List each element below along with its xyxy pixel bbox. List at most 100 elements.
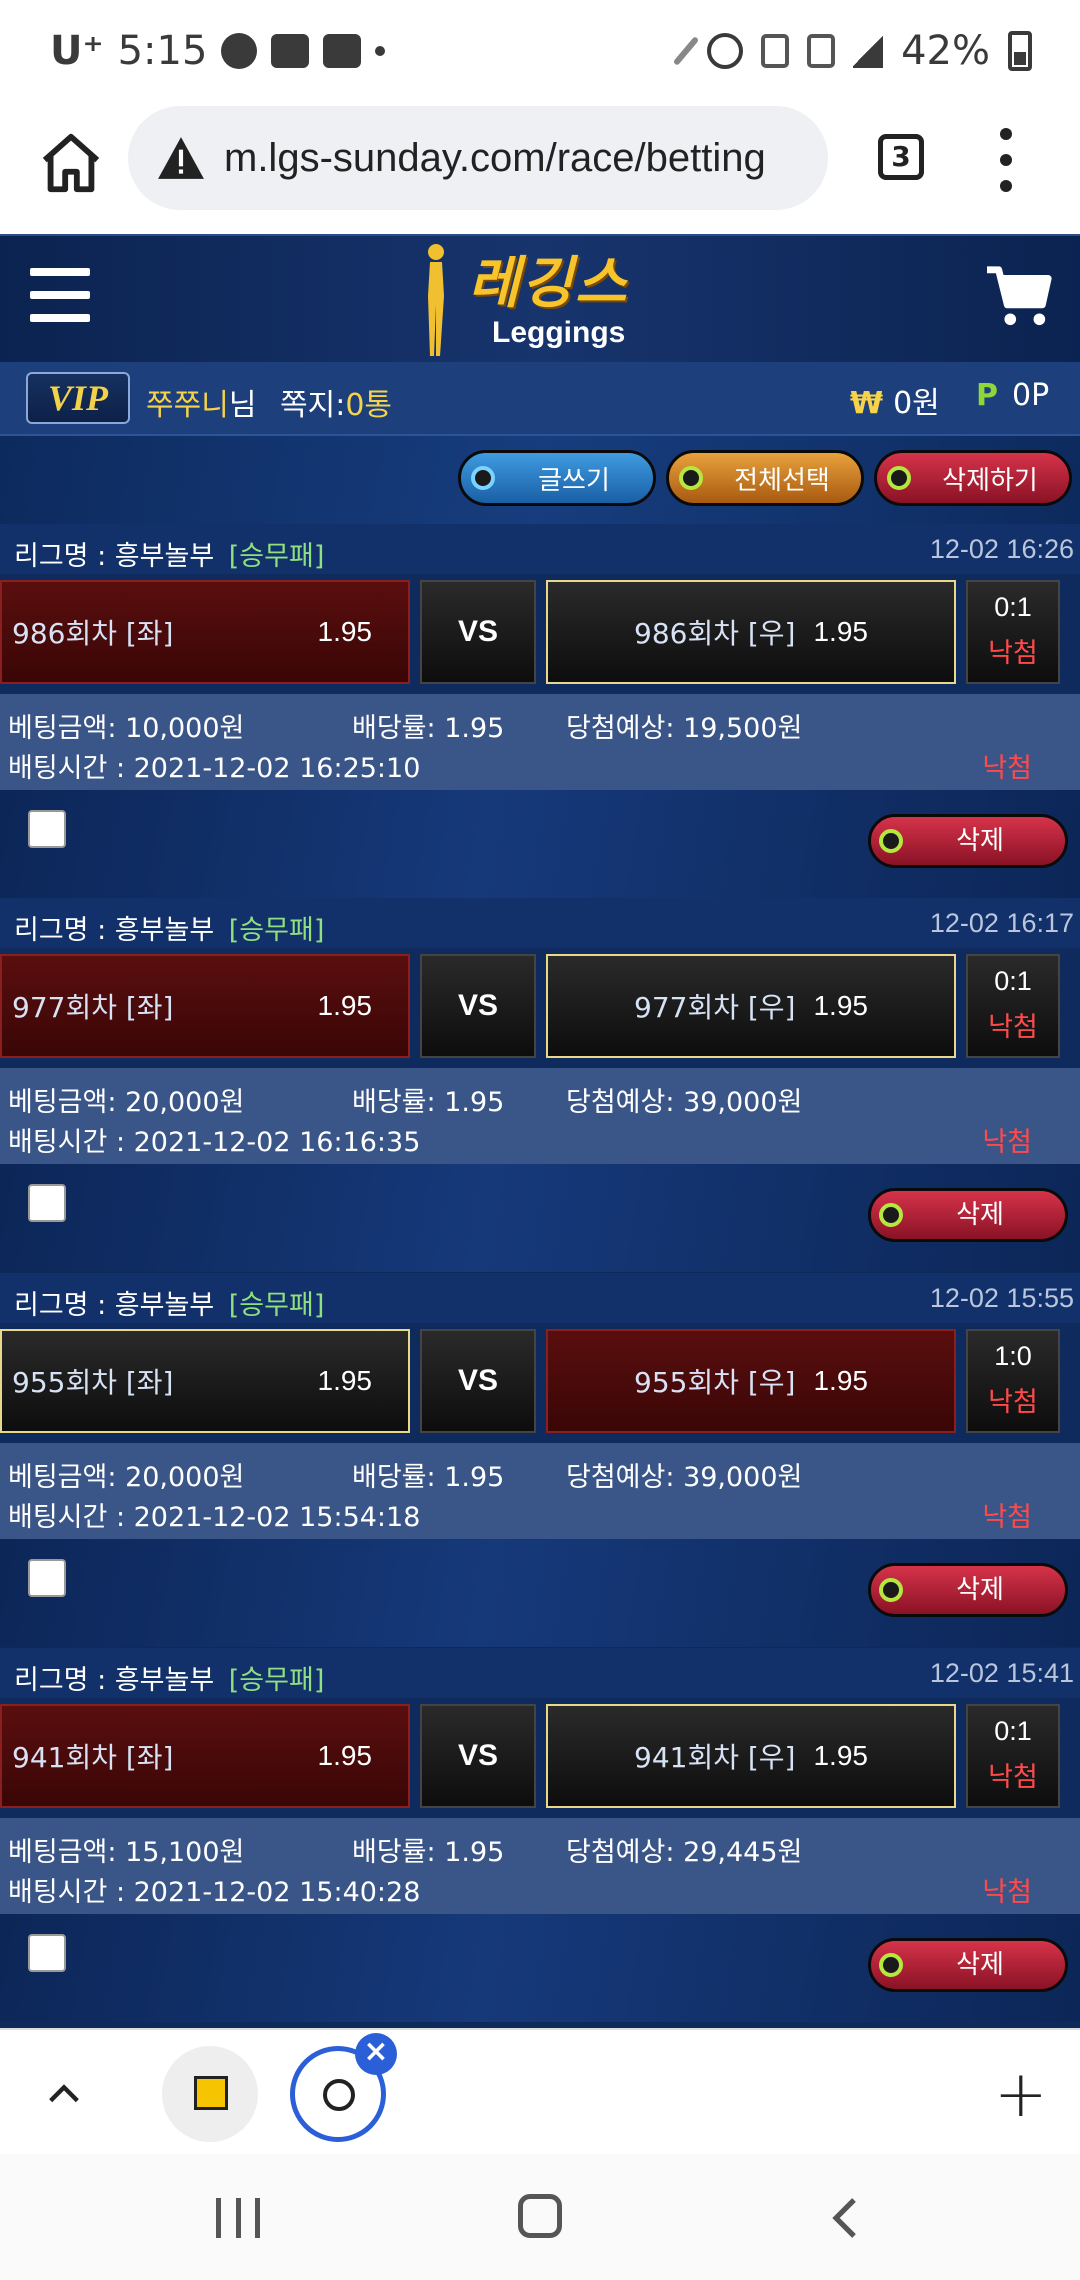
user-info-bar: VIP 쭈쭈니님 쪽지:0통 ₩0원 P 0P: [0, 362, 1080, 436]
bet-result: 낙첨: [982, 1127, 1032, 1158]
league-value: 흥부놀부: [114, 1665, 215, 1696]
bet-odds: 배당률: 1.95: [352, 706, 504, 745]
left-team-button[interactable]: 977회차 [좌] 1.95: [0, 954, 410, 1058]
youtube-notification-icon: [271, 34, 310, 68]
score-box: 0:1 낙첨: [966, 954, 1060, 1058]
delete-bet-button[interactable]: 삭제: [868, 1188, 1068, 1242]
more-notifications-icon: [375, 46, 386, 56]
bet-type: [승무패]: [228, 1290, 325, 1321]
bet-footer: 삭제: [0, 1539, 1080, 1647]
league-value: 흥부놀부: [114, 915, 215, 946]
odds-value: 1.95: [444, 1837, 505, 1868]
signal-icon: [853, 34, 884, 68]
vs-label: VS: [420, 954, 536, 1058]
bet-footer: 삭제: [0, 790, 1080, 898]
right-team-button[interactable]: 986회차 [우] 1.95: [546, 580, 956, 684]
write-button[interactable]: 글쓰기: [458, 450, 656, 506]
chevron-up-icon[interactable]: [44, 2074, 84, 2114]
score-status: 낙첨: [988, 1762, 1038, 1793]
right-team-odd: 1.95: [813, 1740, 868, 1771]
delete-bet-label: 삭제: [956, 1950, 1004, 1980]
league-name: 리그명 : 흥부놀부 [승무패]: [14, 534, 324, 573]
back-icon[interactable]: [826, 2194, 866, 2242]
home-nav-icon[interactable]: [518, 2194, 562, 2238]
bet-result: 낙첨: [982, 1502, 1032, 1533]
right-team-odd: 1.95: [813, 616, 868, 647]
right-team-name: 977회차 [우]: [634, 991, 796, 1024]
bet-odds: 배당률: 1.95: [352, 1830, 504, 1869]
vs-label: VS: [420, 1704, 536, 1808]
score-value: 0:1: [994, 592, 1032, 622]
carrier-label: U⁺: [50, 28, 104, 74]
button-dot-icon: [879, 1578, 903, 1602]
expected-label: 당첨예상:: [566, 1837, 675, 1868]
site-logo[interactable]: 레깅스 Leggings: [410, 234, 680, 364]
bet-card: 리그명 : 흥부놀부 [승무패] 12-02 15:55 955회차 [좌] 1.…: [0, 1273, 1080, 1647]
bet-footer: 삭제: [0, 1164, 1080, 1272]
money-value: 0원: [893, 386, 940, 421]
browser-toolbar: m.lgs-sunday.com/race/betting 3: [0, 100, 1080, 234]
bet-expected: 당첨예상: 39,000원: [566, 1080, 802, 1119]
bet-checkbox[interactable]: [28, 810, 66, 848]
bet-info: 베팅금액: 10,000원 배당률: 1.95 당첨예상: 19,500원 배팅…: [0, 694, 1080, 790]
button-dot-icon: [879, 1203, 903, 1227]
close-tab-icon[interactable]: ×: [355, 2033, 397, 2075]
left-team-button[interactable]: 986회차 [좌] 1.95: [0, 580, 410, 684]
logo-figure-icon: [428, 244, 444, 356]
left-team-button[interactable]: 955회차 [좌] 1.95: [0, 1329, 410, 1433]
button-dot-icon: [679, 466, 703, 490]
tab-favicon-current[interactable]: ×: [290, 2033, 397, 2142]
score-status: 낙첨: [988, 638, 1038, 669]
vs-label: VS: [420, 1329, 536, 1433]
left-team-button[interactable]: 941회차 [좌] 1.95: [0, 1704, 410, 1808]
left-team-odd: 1.95: [317, 616, 373, 647]
delete-bet-button[interactable]: 삭제: [868, 814, 1068, 868]
site-content: 레깅스 Leggings VIP 쭈쭈니님 쪽지:0통 ₩0원 P 0P 글쓰기 …: [0, 234, 1080, 2028]
tab-switcher-button[interactable]: 3: [878, 134, 924, 180]
new-tab-button[interactable]: +: [994, 2058, 1048, 2132]
tab-strip: × +: [0, 2028, 1080, 2154]
recent-apps-icon[interactable]: [216, 2198, 260, 2238]
right-team-button[interactable]: 977회차 [우] 1.95: [546, 954, 956, 1058]
right-team-button[interactable]: 941회차 [우] 1.95: [546, 1704, 956, 1808]
warning-icon[interactable]: [156, 135, 206, 181]
bet-time: 배팅시간 : 2021-12-02 15:54:18: [8, 1495, 420, 1534]
delete-bet-button[interactable]: 삭제: [868, 1938, 1068, 1992]
alarm-icon: [707, 33, 744, 69]
bet-checkbox[interactable]: [28, 1559, 66, 1597]
bet-info: 베팅금액: 20,000원 배당률: 1.95 당첨예상: 39,000원 배팅…: [0, 1068, 1080, 1164]
bet-type: [승무패]: [228, 1665, 325, 1696]
select-all-button[interactable]: 전체선택: [666, 450, 864, 506]
vs-label: VS: [420, 580, 536, 684]
tab-favicon-kakao[interactable]: [162, 2046, 258, 2142]
hamburger-menu-icon[interactable]: [30, 268, 90, 322]
url-text[interactable]: m.lgs-sunday.com/race/betting: [224, 136, 766, 181]
match-row: 941회차 [좌] 1.95 VS 941회차 [우] 1.95 0:1 낙첨: [0, 1698, 1080, 1818]
bet-time: 배팅시간 : 2021-12-02 16:25:10: [8, 746, 420, 785]
right-team-odd: 1.95: [813, 1365, 868, 1396]
score-status: 낙첨: [988, 1387, 1038, 1418]
site-header: 레깅스 Leggings: [0, 234, 1080, 362]
bet-expected: 당첨예상: 19,500원: [566, 706, 802, 745]
bet-result: 낙첨: [982, 753, 1032, 784]
right-team-button[interactable]: 955회차 [우] 1.95: [546, 1329, 956, 1433]
delete-bet-button[interactable]: 삭제: [868, 1563, 1068, 1617]
browser-menu-icon[interactable]: [996, 128, 1016, 192]
left-team-name: 977회차 [좌]: [12, 991, 174, 1024]
bet-footer: 삭제: [0, 1914, 1080, 2022]
address-bar[interactable]: m.lgs-sunday.com/race/betting: [128, 106, 828, 210]
delete-selected-button[interactable]: 삭제하기: [874, 450, 1072, 506]
username-suffix: 님: [228, 388, 257, 423]
cart-icon[interactable]: [984, 264, 1054, 328]
home-icon[interactable]: [36, 128, 106, 198]
bet-checkbox[interactable]: [28, 1184, 66, 1222]
memo-link[interactable]: 쪽지:0통: [280, 380, 392, 424]
vip-badge: VIP: [26, 372, 130, 424]
bet-date: 12-02 15:55: [929, 1283, 1074, 1313]
bet-expected: 당첨예상: 39,000원: [566, 1455, 802, 1494]
action-bar: 글쓰기 전체선택 삭제하기: [0, 436, 1080, 524]
expected-value: 19,500원: [683, 713, 803, 744]
expected-value: 39,000원: [683, 1087, 803, 1118]
bet-info: 베팅금액: 20,000원 배당률: 1.95 당첨예상: 39,000원 배팅…: [0, 1443, 1080, 1539]
bet-checkbox[interactable]: [28, 1934, 66, 1972]
